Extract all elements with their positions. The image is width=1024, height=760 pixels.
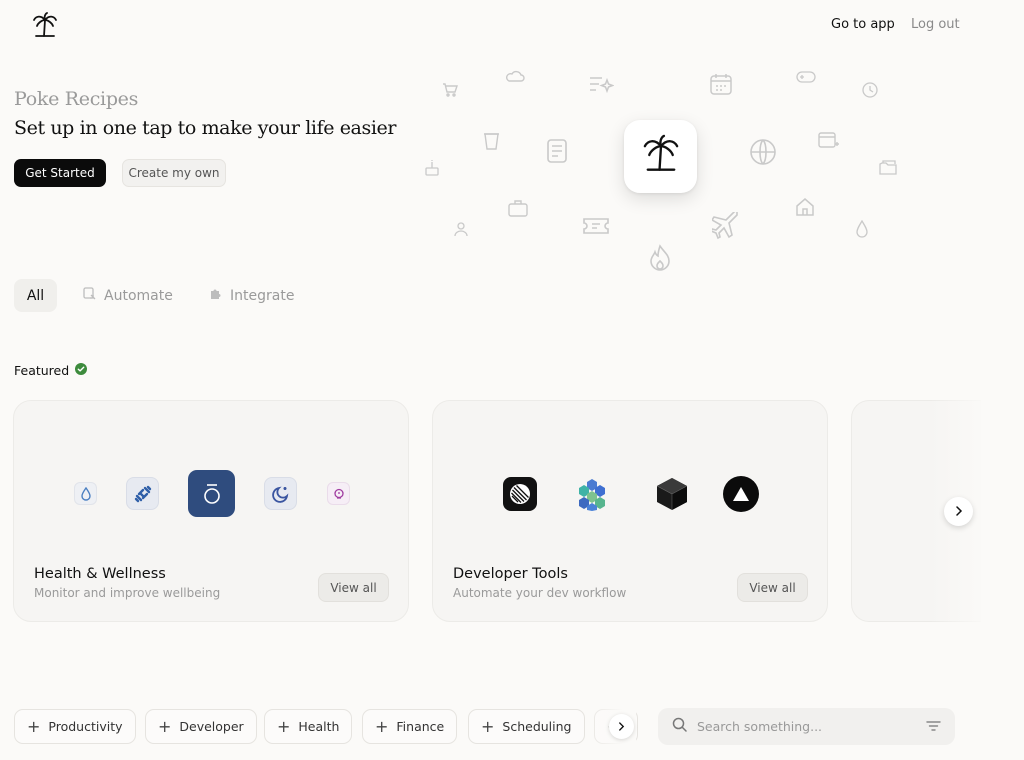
calendar-icon [709, 72, 733, 96]
category-chip-productivity[interactable]: + Productivity [14, 709, 136, 744]
flame-icon [649, 244, 671, 272]
tab-all[interactable]: All [14, 279, 57, 312]
featured-card-health[interactable]: Health & Wellness Monitor and improve we… [13, 400, 409, 622]
get-started-button[interactable]: Get Started [14, 159, 106, 187]
card-description: Automate your dev workflow [453, 586, 627, 600]
category-chip-finance[interactable]: + Finance [362, 709, 458, 744]
image-plus-icon [818, 132, 840, 150]
palm-tree-icon [639, 134, 683, 180]
cube-icon [655, 476, 689, 512]
brain-icon [327, 482, 350, 505]
card-title: Health & Wellness [34, 566, 166, 582]
search-input[interactable] [697, 719, 916, 734]
palm-tree-icon[interactable] [30, 12, 60, 40]
plus-icon: + [158, 716, 172, 736]
cake-icon [424, 159, 440, 177]
featured-heading: Featured [14, 363, 88, 378]
search-bar[interactable] [658, 708, 955, 745]
go-to-app-link[interactable]: Go to app [831, 17, 895, 32]
sparkle-list-icon [588, 74, 614, 96]
cup-icon [483, 131, 500, 150]
cloud-icon [505, 70, 525, 82]
plus-icon: + [481, 716, 495, 736]
chevron-right-icon [618, 719, 625, 734]
gamepad-icon [796, 70, 816, 84]
puzzle-icon [209, 287, 222, 304]
airplane-icon [712, 212, 740, 240]
sleep-moon-icon [264, 477, 297, 510]
create-my-own-button[interactable]: Create my own [122, 159, 226, 187]
featured-card-developer[interactable]: Developer Tools Automate your dev workfl… [432, 400, 828, 622]
oura-ring-icon [188, 470, 235, 517]
home-icon [795, 197, 815, 217]
user-icon [453, 221, 469, 237]
carousel-next-button[interactable] [944, 497, 973, 526]
card-description: Monitor and improve wellbeing [34, 586, 221, 600]
tab-label: Integrate [230, 287, 295, 304]
drop-icon [855, 220, 869, 238]
hero-title: Set up in one tap to make your life easi… [14, 117, 397, 139]
plus-icon: + [27, 716, 41, 736]
hexagon-cluster-icon [575, 477, 609, 511]
ticket-icon [582, 215, 610, 237]
card-title: Developer Tools [453, 566, 568, 582]
log-out-link[interactable]: Log out [911, 17, 960, 32]
app-logo-tile [624, 120, 697, 193]
folder-icon [879, 160, 899, 176]
book-icon [546, 138, 568, 164]
tab-label: All [26, 287, 45, 304]
view-all-button[interactable]: View all [737, 573, 808, 602]
clock-icon [862, 82, 878, 98]
linear-icon [503, 477, 537, 511]
chips-next-button[interactable] [609, 714, 634, 739]
dumbbell-icon [126, 477, 159, 510]
cart-icon [442, 82, 458, 98]
vercel-triangle-icon [723, 476, 759, 512]
view-all-button[interactable]: View all [318, 573, 389, 602]
category-chip-developer[interactable]: + Developer [145, 709, 257, 744]
plus-icon: + [375, 716, 389, 736]
search-icon [672, 717, 687, 736]
chevron-right-icon [955, 504, 963, 519]
filter-icon[interactable] [926, 717, 941, 736]
water-drop-icon [74, 482, 97, 505]
automate-icon [83, 287, 96, 304]
hero-subtitle: Poke Recipes [14, 88, 139, 110]
tab-label: Automate [104, 287, 173, 304]
category-chip-health[interactable]: + Health [264, 709, 353, 744]
tab-automate[interactable]: Automate [83, 279, 173, 312]
globe-icon [749, 138, 777, 166]
category-chip-scheduling[interactable]: + Scheduling [468, 709, 585, 744]
plus-icon: + [277, 716, 291, 736]
tab-integrate[interactable]: Integrate [209, 279, 294, 312]
verified-badge-icon [75, 363, 88, 378]
briefcase-icon [508, 199, 528, 217]
